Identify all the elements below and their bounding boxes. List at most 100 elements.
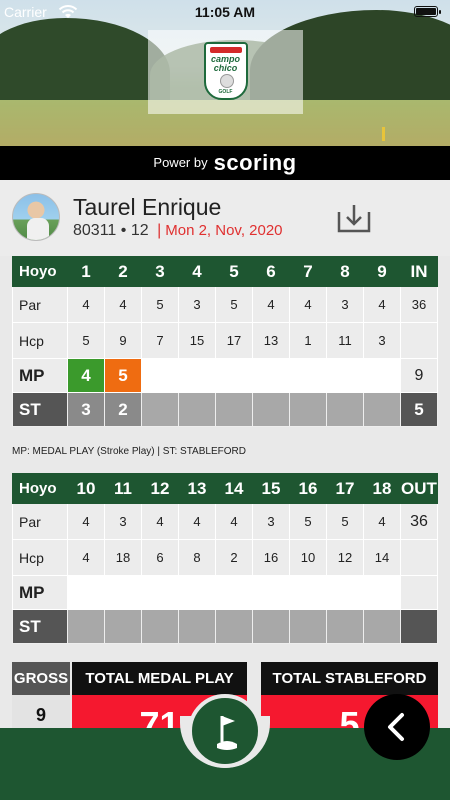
- hcp-row: Hcp 5 9 7 15 17 13 1 11 3: [12, 322, 438, 359]
- player-info: 80311 • 12 | Mon 2, Nov, 2020: [73, 222, 283, 240]
- mp-score-cell[interactable]: 5: [104, 358, 142, 393]
- par-cell: 3: [178, 286, 216, 323]
- hole-number: 11: [104, 473, 142, 504]
- hcp-cell: 10: [289, 539, 327, 576]
- st-score-cell: [141, 609, 179, 644]
- hcp-total: [400, 322, 438, 359]
- player-header: Taurel Enrique 80311 • 12 | Mon 2, Nov, 2…: [0, 180, 450, 256]
- st-score-cell: [363, 609, 401, 644]
- mp-out-total: [400, 575, 438, 610]
- hole-header-row: Hoyo 1 2 3 4 5 6 7 8 9 IN: [12, 256, 438, 287]
- mp-score-cell[interactable]: [252, 358, 290, 393]
- hcp-cell: 16: [252, 539, 290, 576]
- par-cell: 5: [326, 503, 364, 540]
- hcp-cell: 6: [141, 539, 179, 576]
- hcp-cell: 9: [104, 322, 142, 359]
- hcp-row: Hcp 4 18 6 8 2 16 10 12 14: [12, 539, 438, 576]
- hole-number: 3: [141, 256, 179, 287]
- par-cell: 4: [215, 503, 253, 540]
- hole-number: 16: [289, 473, 327, 504]
- hole-number: 13: [178, 473, 216, 504]
- par-cell: 3: [326, 286, 364, 323]
- date-separator: |: [157, 222, 162, 239]
- mp-score-cell[interactable]: [326, 358, 364, 393]
- st-score-cell: [289, 392, 327, 427]
- stableford-label: TOTAL STABLEFORD: [261, 662, 438, 695]
- mp-score-cell[interactable]: [289, 575, 327, 610]
- mp-score-cell[interactable]: [363, 575, 401, 610]
- mp-score-cell[interactable]: [215, 358, 253, 393]
- golf-ball-icon: [219, 74, 234, 88]
- mp-score-cell[interactable]: [67, 575, 105, 610]
- status-bar: Carrier 11:05 AM: [0, 0, 450, 26]
- par-cell: 5: [141, 286, 179, 323]
- powered-by-label: Power by: [153, 155, 208, 170]
- club-logo-panel: campo chico GOLF: [148, 30, 303, 114]
- par-cell: 4: [363, 286, 401, 323]
- st-score-cell: [252, 392, 290, 427]
- st-score-cell: [289, 609, 327, 644]
- clock: 11:05 AM: [194, 4, 256, 20]
- par-cell: 4: [289, 286, 327, 323]
- mp-score-cell[interactable]: [141, 575, 179, 610]
- mp-score-cell[interactable]: [215, 575, 253, 610]
- hcp-cell: 15: [178, 322, 216, 359]
- st-score-cell: [104, 609, 142, 644]
- st-score-cell: [363, 392, 401, 427]
- st-label: ST: [12, 609, 68, 644]
- hcp-cell: 7: [141, 322, 179, 359]
- st-score-cell: [141, 392, 179, 427]
- mp-score-cell[interactable]: [104, 575, 142, 610]
- st-label: ST: [12, 392, 68, 427]
- scorecard-fab-button[interactable]: [188, 694, 262, 768]
- hole-number: 6: [252, 256, 290, 287]
- hole-header-row: Hoyo 10 11 12 13 14 15 16 17 18 OUT: [12, 473, 438, 504]
- download-icon[interactable]: [336, 202, 372, 234]
- hcp-cell: 18: [104, 539, 142, 576]
- par-cell: 5: [289, 503, 327, 540]
- mp-score-cell[interactable]: [252, 575, 290, 610]
- mp-score-cell[interactable]: [178, 575, 216, 610]
- mp-score-cell[interactable]: 4: [67, 358, 105, 393]
- par-row: Par 4 3 4 4 4 3 5 5 4 36: [12, 503, 438, 540]
- hole-number: 4: [178, 256, 216, 287]
- st-score-cell: [215, 392, 253, 427]
- gross-label: GROSS: [12, 662, 70, 695]
- bullet-separator: •: [120, 222, 127, 239]
- mp-label: MP: [12, 358, 68, 393]
- st-score-cell: [252, 609, 290, 644]
- player-name: Taurel Enrique: [73, 194, 222, 220]
- par-total: 36: [400, 503, 438, 540]
- club-logo: campo chico GOLF: [203, 42, 248, 100]
- par-label: Par: [12, 286, 68, 323]
- hoyo-label: Hoyo: [12, 473, 68, 504]
- par-cell: 4: [67, 286, 105, 323]
- par-cell: 5: [215, 286, 253, 323]
- back-button[interactable]: [364, 694, 430, 760]
- mp-score-cell[interactable]: [178, 358, 216, 393]
- par-label: Par: [12, 503, 68, 540]
- mp-score-cell[interactable]: [363, 358, 401, 393]
- st-score-cell: [326, 392, 364, 427]
- hole-number: 5: [215, 256, 253, 287]
- medal-play-row: MP 4 5 9: [12, 358, 438, 393]
- hcp-label: Hcp: [12, 539, 68, 576]
- mp-score-cell[interactable]: [326, 575, 364, 610]
- mp-score-cell[interactable]: [141, 358, 179, 393]
- par-cell: 4: [363, 503, 401, 540]
- medal-play-label: TOTAL MEDAL PLAY: [72, 662, 247, 695]
- logo-text-3: GOLF: [218, 89, 233, 95]
- par-cell: 3: [104, 503, 142, 540]
- mp-score-cell[interactable]: [289, 358, 327, 393]
- st-score-cell: [178, 609, 216, 644]
- hcp-cell: 14: [363, 539, 401, 576]
- par-total: 36: [400, 286, 438, 323]
- par-cell: 4: [178, 503, 216, 540]
- player-id: 80311: [73, 222, 117, 239]
- hcp-cell: 4: [67, 539, 105, 576]
- out-total-header: OUT: [400, 473, 438, 504]
- par-cell: 4: [141, 503, 179, 540]
- medal-play-row: MP: [12, 575, 438, 610]
- par-cell: 3: [252, 503, 290, 540]
- st-score-cell: [178, 392, 216, 427]
